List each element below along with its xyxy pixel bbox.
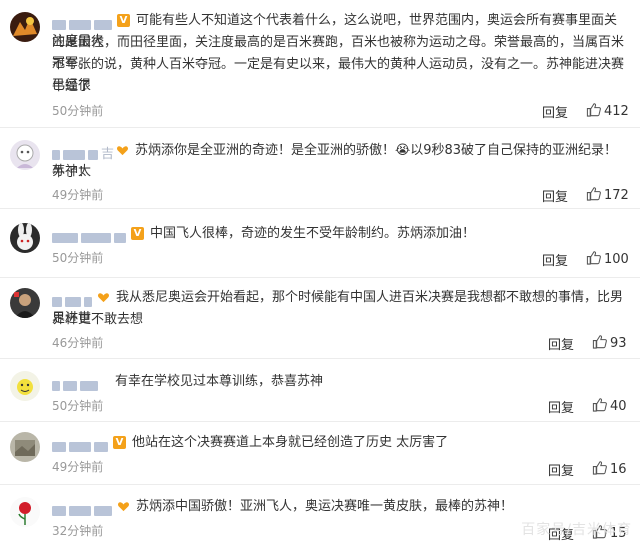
- comment-line: 中国飞人很棒，奇迹的发生不受年龄制约。苏炳添加油！: [150, 226, 476, 241]
- avatar[interactable]: [10, 497, 40, 527]
- avatar[interactable]: [10, 12, 40, 42]
- like-count: 93: [610, 336, 627, 351]
- comment-text: 有幸在学校见过本尊训练，恭喜苏神: [52, 371, 628, 392]
- comment-time: 50分钟前: [52, 399, 104, 413]
- vip-badge-icon: V: [117, 14, 130, 27]
- comment-line: 牛逼了: [52, 79, 92, 94]
- username[interactable]: [52, 375, 101, 391]
- comment-line: 他站在这个决赛赛道上本身就已经创造了历史 太厉害了: [132, 435, 449, 450]
- reply-button[interactable]: 回复: [548, 460, 574, 479]
- thumbs-up-icon: [586, 103, 601, 117]
- avatar[interactable]: [10, 223, 40, 253]
- comment-item: V 中国飞人很棒，奇迹的发生不受年龄制约。苏炳添加油！ 50分钟前 回复 100: [0, 209, 640, 278]
- comment-item: 我从悉尼奥运会开始看起，那个时候能有中国人进百米决赛是我想都不敢想的事情，比男足…: [0, 278, 640, 357]
- comment-time: 49分钟前: [52, 188, 104, 202]
- reply-button[interactable]: 回复: [548, 397, 574, 416]
- like-button[interactable]: 93: [592, 334, 627, 351]
- comment-item: V 他站在这个决赛赛道上本身就已经创造了历史 太厉害了 49分钟前 回复 16: [0, 422, 640, 484]
- username[interactable]: [52, 227, 129, 243]
- comment-time: 50分钟前: [52, 104, 104, 118]
- comment-item: 吉苏炳添你是全亚洲的奇迹！是全亚洲的骄傲！😭以9秒83破了自己保持的亚洲纪录！苏…: [0, 128, 640, 207]
- avatar[interactable]: [10, 432, 40, 462]
- avatar[interactable]: [10, 140, 40, 170]
- comment-item: 有幸在学校见过本尊训练，恭喜苏神 50分钟前 回复 40: [0, 359, 640, 421]
- thumbs-up-icon: [592, 335, 607, 349]
- avatar[interactable]: [10, 288, 40, 318]
- like-count: 100: [604, 252, 629, 267]
- like-count: 40: [610, 399, 627, 414]
- vip-badge-icon: V: [113, 436, 126, 449]
- username[interactable]: [52, 500, 115, 516]
- comment-line: 牛了！: [52, 165, 92, 180]
- like-button[interactable]: 412: [586, 102, 629, 119]
- comment-text: V 中国飞人很棒，奇迹的发生不受年龄制约。苏炳添加油！: [52, 223, 628, 244]
- like-button[interactable]: 172: [586, 186, 629, 203]
- like-button[interactable]: 100: [586, 250, 629, 267]
- watermark: 百家号/吉米体育: [521, 522, 632, 538]
- thumbs-up-icon: [586, 251, 601, 265]
- like-count: 16: [610, 462, 627, 477]
- thumbs-up-icon: [592, 398, 607, 412]
- like-button[interactable]: 40: [592, 397, 627, 414]
- reply-button[interactable]: 回复: [542, 102, 568, 121]
- reply-button[interactable]: 回复: [548, 334, 574, 353]
- like-count: 412: [604, 104, 629, 119]
- comment-line: 界杯更不敢去想: [52, 312, 144, 327]
- username[interactable]: [52, 14, 115, 30]
- username[interactable]: [52, 291, 95, 307]
- heart-badge-icon: [117, 502, 130, 512]
- thumbs-up-icon: [592, 461, 607, 475]
- like-button[interactable]: 16: [592, 460, 627, 477]
- thumbs-up-icon: [586, 187, 601, 201]
- reply-button[interactable]: 回复: [542, 186, 568, 205]
- heart-badge-icon: [117, 146, 129, 156]
- username[interactable]: 吉: [52, 144, 114, 162]
- like-count: 172: [604, 188, 629, 203]
- comment-item: V 可能有些人不知道这个代表着什么，这么说吧，世界范围内，奥运会所有赛事里面关注度…: [0, 0, 640, 127]
- username[interactable]: [52, 436, 111, 452]
- comment-text: V 他站在这个决赛赛道上本身就已经创造了历史 太厉害了: [52, 432, 628, 453]
- comment-time: 32分钟前: [52, 524, 104, 538]
- reply-button[interactable]: 回复: [542, 250, 568, 269]
- comment-line: 有幸在学校见过本尊训练，恭喜苏神: [115, 374, 324, 389]
- vip-badge-icon: V: [131, 227, 144, 240]
- comment-time: 46分钟前: [52, 336, 104, 350]
- comment-text: 苏炳添中国骄傲！亚洲飞人，奥运决赛唯一黄皮肤，最棒的苏神！: [52, 496, 628, 517]
- avatar[interactable]: [10, 371, 40, 401]
- comment-line: 苏炳添中国骄傲！亚洲飞人，奥运决赛唯一黄皮肤，最棒的苏神！: [136, 499, 514, 514]
- comment-time: 49分钟前: [52, 460, 104, 474]
- heart-badge-icon: [97, 293, 110, 303]
- comment-time: 50分钟前: [52, 251, 104, 265]
